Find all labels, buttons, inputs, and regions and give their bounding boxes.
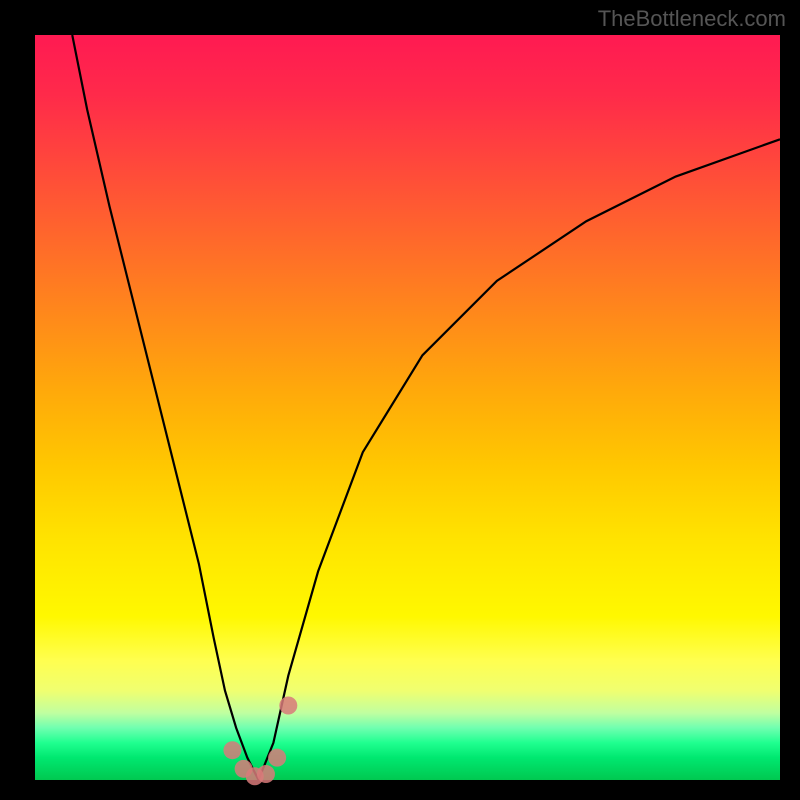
trough-dots-group [223,697,297,786]
curve-left-branch [72,35,258,780]
trough-dot [223,741,241,759]
trough-dot [268,749,286,767]
trough-dot [257,765,275,783]
curve-right-branch [259,139,781,780]
trough-dot [279,697,297,715]
attribution-label: TheBottleneck.com [598,6,786,32]
chart-svg [35,35,780,780]
